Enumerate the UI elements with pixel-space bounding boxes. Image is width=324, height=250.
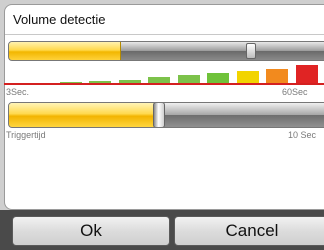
- meter-segment: [266, 69, 288, 84]
- meter-segment: [296, 65, 318, 84]
- ok-button[interactable]: Ok: [12, 216, 170, 246]
- volume-threshold-line: [4, 83, 324, 85]
- volume-meter: [0, 58, 324, 84]
- scale-max-label: 60Sec: [282, 87, 308, 97]
- dialog-title-bar: Volume detectie: [5, 5, 324, 35]
- dialog-title: Volume detectie: [13, 12, 106, 27]
- dialog-button-bar: Ok Cancel: [0, 210, 324, 250]
- volume-threshold-handle[interactable]: [246, 43, 256, 59]
- scale-min-label: 3Sec.: [6, 87, 30, 97]
- trigger-time-fill: [9, 103, 158, 127]
- trigger-label: Triggertijd: [6, 130, 46, 140]
- trigger-time-slider[interactable]: [8, 102, 324, 128]
- trigger-time-handle[interactable]: [153, 103, 165, 127]
- cancel-button[interactable]: Cancel: [174, 216, 324, 246]
- trigger-value-label: 10 Sec: [288, 130, 317, 140]
